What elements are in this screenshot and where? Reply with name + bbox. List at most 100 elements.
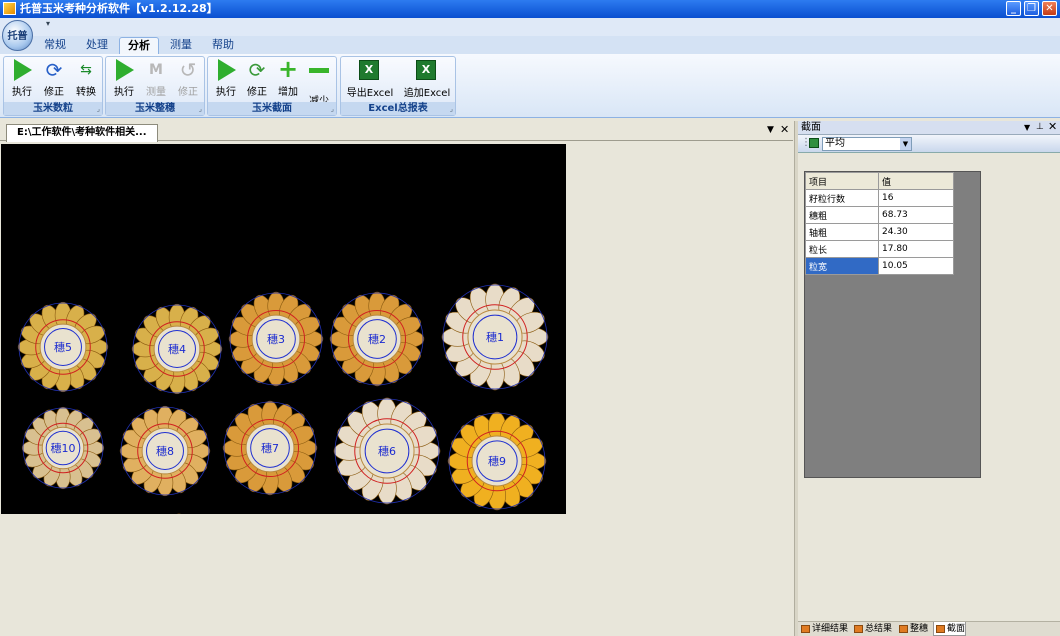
append-excel-button[interactable]: X 追加Excel	[399, 59, 455, 99]
table-cell-item: 粒宽	[805, 257, 879, 275]
whole-ear-run-label: 执行	[114, 87, 134, 98]
tab-label: 详细结果	[812, 624, 849, 634]
corn-cob-section[interactable]: 穗8	[119, 405, 211, 497]
maximize-button[interactable]: ❐	[1024, 1, 1039, 16]
table-icon	[854, 625, 863, 633]
table-icon	[936, 625, 945, 633]
section-remove-button[interactable]: 减少	[303, 59, 335, 107]
table-row[interactable]: 粒长 17.80	[805, 240, 954, 258]
section-run-label: 执行	[216, 87, 236, 98]
play-icon	[113, 59, 135, 81]
tab-label: 截面	[947, 624, 966, 634]
section-fix-button[interactable]: ⟳ 修正	[241, 59, 273, 99]
corn-cob-section[interactable]: 穗5	[17, 301, 109, 393]
whole-ear-fix-button[interactable]: ↺ 修正	[172, 59, 204, 99]
refresh-icon: ⟳	[248, 58, 266, 82]
export-excel-button[interactable]: X 导出Excel	[345, 59, 395, 99]
kernel-count-convert-button[interactable]: ⇆ 转换	[70, 59, 102, 99]
close-button[interactable]: ✕	[1042, 1, 1057, 16]
sheet-icon	[809, 138, 819, 148]
group-expand-icon[interactable]: ⌟	[199, 105, 202, 113]
whole-ear-measure-button[interactable]: M 测量	[140, 59, 172, 99]
section-run-button[interactable]: 执行	[210, 59, 242, 99]
kernel-count-fix-label: 修正	[44, 87, 64, 98]
cob-label: 穗9	[488, 455, 506, 468]
measure-icon: M	[149, 62, 163, 78]
table-row[interactable]: 籽粒行数 16	[805, 189, 954, 207]
close-document-icon[interactable]: ✕	[780, 123, 789, 136]
corn-cob-section[interactable]: 穗4	[131, 303, 223, 395]
cob-label: 穗2	[368, 333, 386, 346]
table-cell-value: 17.80	[878, 240, 954, 258]
tab-detail-results[interactable]: 详细结果	[799, 622, 848, 636]
tab-help[interactable]: 帮助	[204, 37, 242, 54]
corn-cob-section[interactable]: 穗10	[21, 406, 105, 490]
section-add-label: 增加	[278, 87, 298, 98]
ribbon: 执行 ⟳ 修正 ⇆ 转换 玉米数粒 ⌟ 执行 M 测量 ↺ 修正 玉米整穗 ⌟	[0, 54, 1060, 118]
pin-icon[interactable]: ⊥	[1036, 121, 1044, 134]
cob-label: 穗4	[168, 343, 186, 356]
group-cross-section: 执行 ⟳ 修正 + 增加 减少 玉米截面 ⌟	[207, 56, 337, 116]
kernel-count-fix-button[interactable]: ⟳ 修正	[38, 59, 70, 99]
corn-cob-section[interactable]: 穗1	[441, 283, 549, 391]
tab-label: 总结果	[865, 624, 893, 634]
group-whole-ear: 执行 M 测量 ↺ 修正 玉米整穗 ⌟	[105, 56, 205, 116]
table-row-selected[interactable]: 粒宽 10.05	[805, 257, 954, 275]
minimize-button[interactable]: _	[1006, 1, 1021, 16]
corn-cob-section[interactable]: 穗3	[228, 291, 324, 387]
section-add-button[interactable]: + 增加	[272, 57, 304, 99]
play-icon	[11, 59, 33, 81]
qat-dropdown-icon[interactable]: ▾	[46, 19, 50, 28]
tab-analysis[interactable]: 分析	[119, 37, 159, 54]
document-tab[interactable]: E:\工作软件\考种软件相关...	[6, 124, 158, 142]
app-menu-button[interactable]: 托普	[2, 20, 33, 51]
cob-layer: 穗5穗4穗3穗2穗1穗10穗8穗7穗6穗9穗12穗11穗13穗15穗14	[17, 283, 549, 514]
panel-header: 截面 ▼ ⊥ ✕	[798, 120, 1060, 135]
tab-process[interactable]: 处理	[78, 37, 116, 54]
kernel-count-run-button[interactable]: 执行	[6, 59, 38, 99]
excel-icon: X	[359, 60, 381, 82]
panel-dropdown-icon[interactable]: ▼	[1024, 121, 1030, 134]
column-header-value[interactable]: 值	[878, 172, 954, 190]
group-expand-icon[interactable]: ⌟	[97, 105, 100, 113]
kernel-count-run-label: 执行	[12, 87, 32, 98]
result-grid: 项目 值 籽粒行数 16 穗粗 68.73 轴粗 24.30 粒长 17.80 …	[804, 171, 981, 478]
table-icon	[899, 625, 908, 633]
result-table: 项目 值 籽粒行数 16 穗粗 68.73 轴粗 24.30 粒长 17.80 …	[805, 172, 954, 275]
cob-label: 穗8	[156, 445, 174, 458]
table-cell-item: 穗粗	[805, 206, 879, 224]
document-area: E:\工作软件\考种软件相关... ▼ ✕ 穗5 穗4 穗3 穗2 穗1 穗10 穗8 穗7 穗…	[0, 121, 793, 636]
statistic-select[interactable]: 平均 ▼	[822, 137, 912, 151]
whole-ear-run-button[interactable]: 执行	[108, 59, 140, 99]
corn-cob-section[interactable]: 穗7	[222, 400, 318, 496]
tab-cross-section[interactable]: 截面	[933, 622, 967, 636]
tab-total-results[interactable]: 总结果	[852, 622, 892, 636]
table-row[interactable]: 穗粗 68.73	[805, 206, 954, 224]
tab-general[interactable]: 常规	[36, 37, 74, 54]
excel-icon: X	[416, 60, 438, 82]
table-cell-item: 籽粒行数	[805, 189, 879, 207]
table-row[interactable]: 轴粗 24.30	[805, 223, 954, 241]
group-label: 玉米整穗	[106, 102, 204, 115]
corn-image-canvas[interactable]: 穗5穗4穗3穗2穗1穗10穗8穗7穗6穗9穗12穗11穗13穗15穗14	[1, 144, 566, 514]
cob-label: 穗6	[378, 445, 396, 458]
corn-cob-section[interactable]: 穗2	[329, 291, 425, 387]
tab-whole-ear[interactable]: 整穗	[897, 622, 928, 636]
panel-close-icon[interactable]: ✕	[1048, 120, 1057, 133]
refresh-icon: ⟳	[45, 58, 63, 82]
title-bar: 托普玉米考种分析软件【v1.2.12.28】 _ ❐ ✕	[0, 0, 1060, 18]
column-header-item[interactable]: 项目	[805, 172, 879, 190]
group-label: 玉米截面	[208, 102, 336, 115]
cob-label: 穗10	[51, 442, 76, 455]
table-cell-item: 粒长	[805, 240, 879, 258]
corn-cob-section[interactable]: 穗9	[447, 411, 547, 511]
group-expand-icon[interactable]: ⌟	[450, 105, 453, 113]
chevron-down-icon: ▼	[900, 138, 911, 150]
cob-label: 穗7	[261, 442, 279, 455]
app-icon	[3, 2, 16, 15]
group-expand-icon[interactable]: ⌟	[331, 105, 334, 113]
corn-cob-section[interactable]: 穗6	[333, 397, 441, 505]
tab-list-dropdown-icon[interactable]: ▼	[767, 125, 774, 135]
export-excel-label: 导出Excel	[346, 88, 394, 99]
tab-measure[interactable]: 测量	[162, 37, 200, 54]
